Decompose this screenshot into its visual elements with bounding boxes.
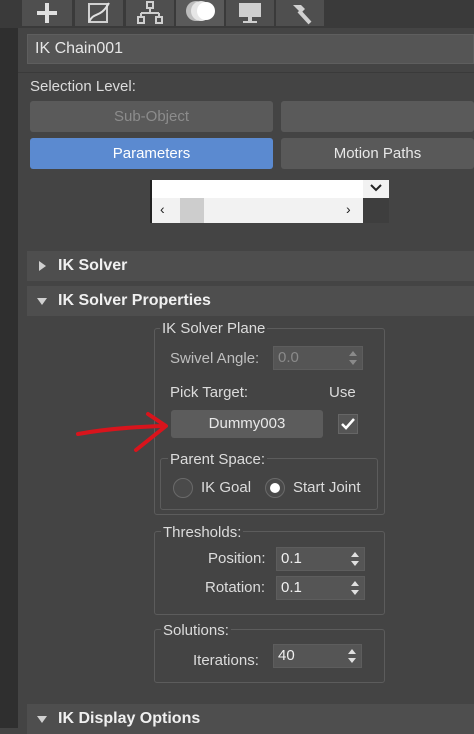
scroll-corner [363,198,389,223]
position-value: 0.1 [281,550,302,567]
swivel-angle-spinner[interactable]: 0.0 [273,346,363,370]
sub-object-button[interactable]: Sub-Object [30,101,273,132]
modify-curve-icon [88,2,110,23]
spinner-arrows-icon[interactable] [348,350,358,366]
iterations-spinner[interactable]: 40 [273,644,362,668]
annotation-arrow-icon [76,412,168,452]
position-label: Position: [208,550,266,567]
spinner-arrows-icon[interactable] [350,580,360,596]
sub-object-dropdown[interactable] [281,101,474,132]
tab-parameters[interactable]: Parameters [30,138,273,169]
expand-triangle-icon [39,261,46,271]
vertical-scrollbar[interactable] [363,180,389,198]
group-title: IK Solver Plane [160,320,268,337]
radio-dot [270,483,280,493]
iterations-label: Iterations: [193,652,259,669]
pick-target-label: Pick Target: [170,384,249,401]
group-title: Thresholds: [161,524,244,541]
command-panel-tabs [0,0,474,28]
hierarchy-icon [137,1,163,24]
use-label: Use [329,384,356,401]
position-spinner[interactable]: 0.1 [276,547,365,571]
collapse-triangle-icon [37,716,47,723]
modify-tab[interactable] [75,0,123,26]
create-tab[interactable] [22,0,72,26]
rollout-title: IK Solver [58,257,128,274]
track-list-box[interactable]: ‹ › [150,180,363,223]
utilities-hammer-icon [293,5,312,25]
swivel-angle-value: 0.0 [278,349,299,366]
ik-goal-radio[interactable] [173,478,193,498]
scroll-right-icon[interactable]: › [346,201,351,217]
rollout-ik-display-options[interactable]: IK Display Options [27,704,474,734]
tab-motion-paths[interactable]: Motion Paths [281,138,474,169]
use-checkbox[interactable] [338,414,358,434]
rollout-title: IK Solver Properties [58,292,211,309]
motion-icon [186,1,215,21]
rotation-label: Rotation: [205,579,266,596]
start-joint-radio[interactable] [265,478,285,498]
iterations-value: 40 [278,647,295,664]
display-tab[interactable] [226,0,274,26]
scroll-thumb[interactable] [180,198,204,223]
checkmark-icon [341,418,355,430]
rotation-spinner[interactable]: 0.1 [276,576,365,600]
group-title: Solutions: [161,622,231,639]
display-monitor-icon [239,3,261,23]
group-title: Parent Space: [168,451,268,468]
rollout-ik-solver-properties[interactable]: IK Solver Properties [27,286,474,316]
ik-goal-label: IK Goal [201,479,252,496]
spinner-arrows-icon[interactable] [347,648,357,664]
selection-level-label: Selection Level: [30,78,136,95]
create-plus-icon [37,3,57,23]
start-joint-label: Start Joint [293,479,361,496]
utilities-tab[interactable] [276,0,324,26]
thresholds-group [154,531,385,615]
rollout-ik-solver[interactable]: IK Solver [27,251,474,281]
swivel-angle-label: Swivel Angle: [170,350,260,367]
divider [18,72,474,73]
spinner-arrows-icon[interactable] [350,551,360,567]
viewport-edge [0,28,18,728]
scroll-down-icon[interactable] [370,183,382,193]
scroll-left-icon[interactable]: ‹ [160,201,165,217]
motion-tab[interactable] [176,0,224,26]
rollout-title: IK Display Options [58,710,201,727]
collapse-triangle-icon [37,298,47,305]
pick-target-button[interactable]: Dummy003 [171,410,323,438]
horizontal-scrollbar[interactable]: ‹ › [152,198,363,223]
hierarchy-tab[interactable] [126,0,174,26]
object-name-field[interactable]: IK Chain001 [27,34,474,64]
rotation-value: 0.1 [281,579,302,596]
